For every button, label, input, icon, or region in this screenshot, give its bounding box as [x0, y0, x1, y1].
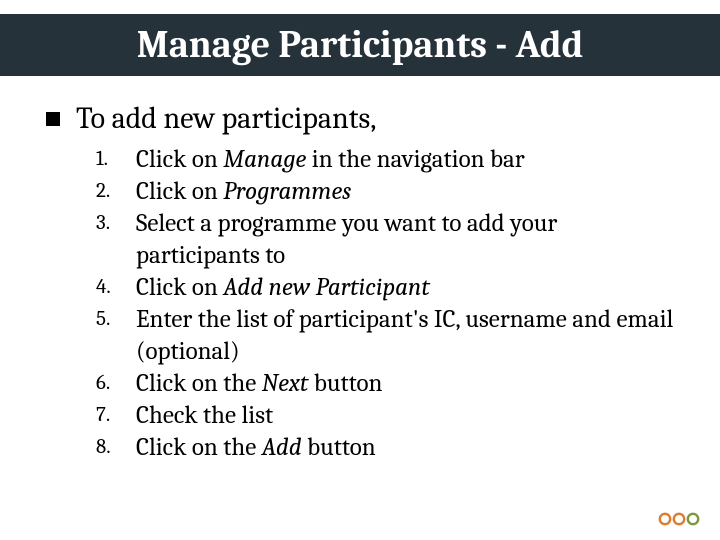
footer-dots — [658, 512, 700, 526]
list-item: Click on Programmes — [130, 176, 680, 208]
nav-dot-icon — [658, 512, 672, 526]
square-bullet-icon — [46, 112, 60, 126]
italic-text: Add new Participant — [223, 273, 430, 302]
list-item: Click on Manage in the navigation bar — [130, 144, 680, 176]
step-text: Select a programme you want to add your … — [136, 209, 563, 270]
step-text: Click on — [136, 145, 223, 174]
nav-dot-icon — [672, 512, 686, 526]
slide-body: To add new participants, Click on Manage… — [46, 100, 680, 464]
step-text: Click on — [136, 177, 223, 206]
step-text: button — [302, 433, 376, 462]
step-text: Click on the — [136, 433, 262, 462]
step-text: Check the list — [136, 401, 273, 430]
title-band: Manage Participants - Add — [0, 14, 720, 76]
nav-dot-icon — [686, 512, 700, 526]
list-item: Select a programme you want to add your … — [130, 208, 680, 272]
slide: Manage Participants - Add To add new par… — [0, 0, 720, 540]
list-item: Click on the Next button — [130, 368, 680, 400]
step-text: button — [308, 369, 382, 398]
italic-text: Next — [262, 369, 309, 398]
slide-title: Manage Participants - Add — [0, 14, 720, 76]
lead-line: To add new participants, — [46, 100, 680, 138]
list-item: Click on the Add button — [130, 432, 680, 464]
step-text: Enter the list of participant's IC, user… — [136, 305, 679, 366]
step-text: Click on — [136, 273, 223, 302]
list-item: Check the list — [130, 400, 680, 432]
list-item: Click on Add new Participant — [130, 272, 680, 304]
italic-text: Add — [262, 433, 302, 462]
italic-text: Manage — [223, 145, 306, 174]
step-text: in the navigation bar — [306, 145, 524, 174]
lead-text: To add new participants, — [76, 101, 376, 136]
italic-text: Programmes — [223, 177, 351, 206]
list-item: Enter the list of participant's IC, user… — [130, 304, 680, 368]
step-text: Click on the — [136, 369, 262, 398]
steps-list: Click on Manage in the navigation barCli… — [46, 144, 680, 464]
